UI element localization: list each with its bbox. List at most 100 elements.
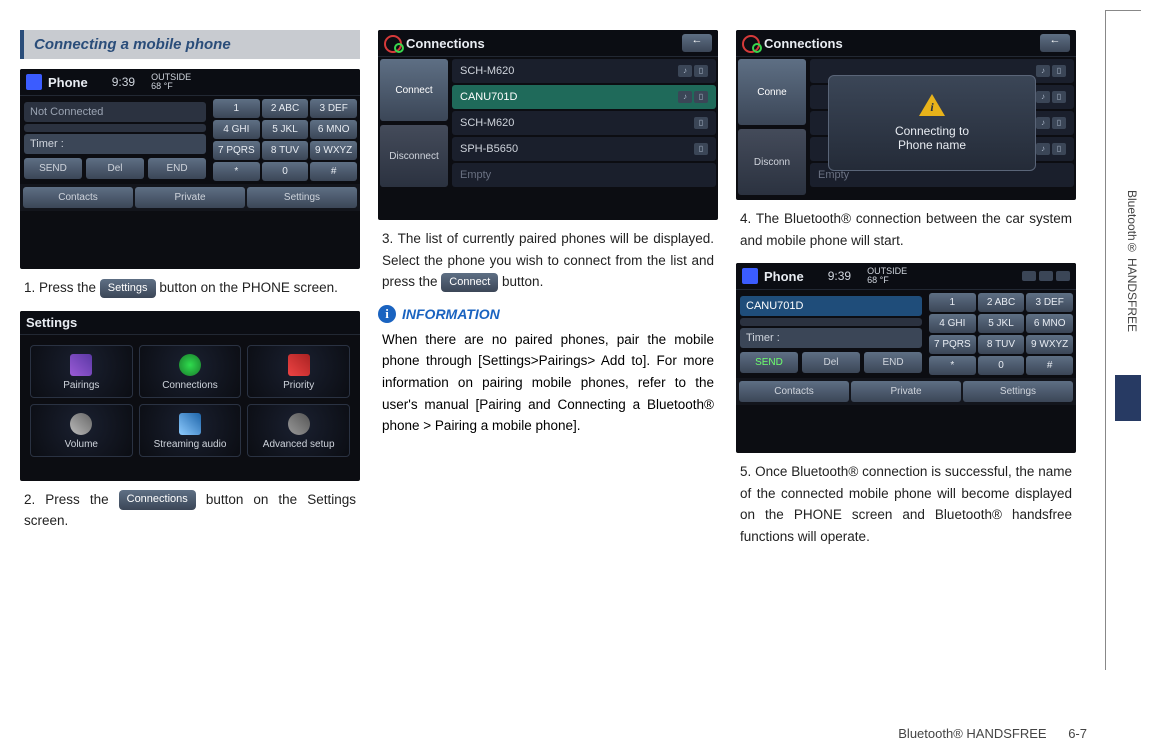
key-6[interactable]: 6 MNO bbox=[310, 120, 357, 139]
send-button[interactable]: SEND bbox=[740, 352, 798, 373]
disconnect-tab[interactable]: Disconnect bbox=[380, 125, 448, 187]
keypad: 1 2 ABC 3 DEF 4 GHI 5 JKL 6 MNO 7 PQRS 8… bbox=[210, 96, 360, 184]
send-button[interactable]: SEND bbox=[24, 158, 82, 179]
settings-item-pairings[interactable]: Pairings bbox=[30, 345, 133, 398]
settings-item-priority[interactable]: Priority bbox=[247, 345, 350, 398]
key-5[interactable]: 5 JKL bbox=[262, 120, 309, 139]
connecting-modal: Connecting to Phone name bbox=[828, 75, 1036, 171]
phone-bottombar: Contacts Private Settings bbox=[736, 378, 1076, 405]
pairings-icon bbox=[70, 354, 92, 376]
column-3: Connections ← Conne Disconn ♪▯ ♪▯ ♪▯ ♪▯ … bbox=[736, 30, 1076, 560]
info-heading: i INFORMATION bbox=[378, 305, 718, 323]
key-hash[interactable]: # bbox=[310, 162, 357, 181]
modal-line1: Connecting to bbox=[839, 124, 1025, 138]
key-hash[interactable]: # bbox=[1026, 356, 1073, 375]
column-2: Connections ← Connect Disconnect SCH-M62… bbox=[378, 30, 718, 560]
phone-icon bbox=[742, 268, 758, 284]
connections-chip: Connections bbox=[119, 490, 196, 510]
warning-icon bbox=[919, 94, 945, 116]
settings-button[interactable]: Settings bbox=[963, 381, 1073, 402]
key-8[interactable]: 8 TUV bbox=[262, 141, 309, 160]
settings-item-connections[interactable]: Connections bbox=[139, 345, 242, 398]
contacts-button[interactable]: Contacts bbox=[739, 381, 849, 402]
action-row: SEND Del END bbox=[740, 352, 922, 373]
end-button[interactable]: END bbox=[148, 158, 206, 179]
status-icons bbox=[1022, 271, 1070, 281]
connect-tab[interactable]: Conne bbox=[738, 59, 806, 125]
connections-body: Connect Disconnect SCH-M620♪▯ CANU701D♪▯… bbox=[378, 57, 718, 189]
back-button[interactable]: ← bbox=[682, 34, 712, 52]
list-item[interactable]: SPH-B5650▯ bbox=[452, 137, 716, 161]
key-star[interactable]: * bbox=[213, 162, 260, 181]
key-star[interactable]: * bbox=[929, 356, 976, 375]
temp-text: OUTSIDE68 °F bbox=[151, 73, 191, 91]
streaming-icon bbox=[179, 413, 201, 435]
key-7[interactable]: 7 PQRS bbox=[929, 335, 976, 354]
signal-icon bbox=[1039, 271, 1053, 281]
phone-titlebar: Phone 9:39 OUTSIDE68 °F bbox=[736, 263, 1076, 290]
settings-item-volume[interactable]: Volume bbox=[30, 404, 133, 457]
key-2[interactable]: 2 ABC bbox=[262, 99, 309, 118]
key-1[interactable]: 1 bbox=[213, 99, 260, 118]
del-button[interactable]: Del bbox=[86, 158, 144, 179]
connecting-titlebar: Connections ← bbox=[736, 30, 1076, 57]
page-columns: Connecting a mobile phone Phone 9:39 OUT… bbox=[20, 20, 1091, 560]
list-item[interactable]: SCH-M620▯ bbox=[452, 111, 716, 135]
advanced-icon bbox=[288, 413, 310, 435]
step-2-text-a: 2. Press the bbox=[24, 492, 119, 507]
settings-item-streaming[interactable]: Streaming audio bbox=[139, 404, 242, 457]
back-button[interactable]: ← bbox=[1040, 34, 1070, 52]
side-label: Bluetooth® HANDSFREE bbox=[1125, 190, 1139, 332]
key-6[interactable]: 6 MNO bbox=[1026, 314, 1073, 333]
key-9[interactable]: 9 WXYZ bbox=[1026, 335, 1073, 354]
phone-title: Phone bbox=[764, 269, 804, 284]
modal-line2: Phone name bbox=[839, 138, 1025, 152]
list-item[interactable]: SCH-M620♪▯ bbox=[452, 59, 716, 83]
settings-button[interactable]: Settings bbox=[247, 187, 357, 208]
contacts-button[interactable]: Contacts bbox=[23, 187, 133, 208]
list-item[interactable]: CANU701D♪▯ bbox=[452, 85, 716, 109]
key-4[interactable]: 4 GHI bbox=[213, 120, 260, 139]
section-heading: Connecting a mobile phone bbox=[20, 30, 360, 59]
page-footer: Bluetooth® HANDSFREE 6-7 bbox=[898, 726, 1087, 741]
key-5[interactable]: 5 JKL bbox=[978, 314, 1025, 333]
screenshot-connecting: Connections ← Conne Disconn ♪▯ ♪▯ ♪▯ ♪▯ … bbox=[736, 30, 1076, 200]
connections-side: Conne Disconn bbox=[736, 57, 808, 197]
settings-item-advanced[interactable]: Advanced setup bbox=[247, 404, 350, 457]
side-tab-indicator bbox=[1115, 375, 1141, 421]
key-0[interactable]: 0 bbox=[978, 356, 1025, 375]
connections-icon bbox=[179, 354, 201, 376]
step-3-text-a: 3. The list of currently paired phones w… bbox=[382, 231, 714, 289]
private-button[interactable]: Private bbox=[851, 381, 961, 402]
connected-device: CANU701D bbox=[740, 296, 922, 316]
connections-title-icon bbox=[384, 35, 400, 51]
screenshot-phone: Phone 9:39 OUTSIDE68 °F Not Connected Ti… bbox=[20, 69, 360, 269]
connecting-list: ♪▯ ♪▯ ♪▯ ♪▯ Empty Connecting to Phone na… bbox=[808, 57, 1076, 197]
priority-icon bbox=[288, 354, 310, 376]
connect-tab[interactable]: Connect bbox=[380, 59, 448, 121]
info-body: When there are no paired phones, pair th… bbox=[378, 329, 718, 437]
step-5: 5. Once Bluetooth® connection is success… bbox=[736, 461, 1076, 547]
del-button[interactable]: Del bbox=[802, 352, 860, 373]
key-2[interactable]: 2 ABC bbox=[978, 293, 1025, 312]
key-0[interactable]: 0 bbox=[262, 162, 309, 181]
battery-icon bbox=[1022, 271, 1036, 281]
key-7[interactable]: 7 PQRS bbox=[213, 141, 260, 160]
column-1: Connecting a mobile phone Phone 9:39 OUT… bbox=[20, 30, 360, 560]
step-2: 2. Press the Connections button on the S… bbox=[20, 489, 360, 532]
end-button[interactable]: END bbox=[864, 352, 922, 373]
connect-chip: Connect bbox=[441, 273, 498, 293]
key-4[interactable]: 4 GHI bbox=[929, 314, 976, 333]
private-button[interactable]: Private bbox=[135, 187, 245, 208]
connection-status: Not Connected bbox=[24, 102, 206, 122]
key-3[interactable]: 3 DEF bbox=[1026, 293, 1073, 312]
settings-chip: Settings bbox=[100, 279, 156, 299]
key-9[interactable]: 9 WXYZ bbox=[310, 141, 357, 160]
disconnect-tab[interactable]: Disconn bbox=[738, 129, 806, 195]
key-8[interactable]: 8 TUV bbox=[978, 335, 1025, 354]
connecting-title: Connections bbox=[764, 36, 843, 51]
phone-left: CANU701D Timer : SEND Del END bbox=[736, 290, 926, 378]
connections-title: Connections bbox=[406, 36, 485, 51]
key-1[interactable]: 1 bbox=[929, 293, 976, 312]
key-3[interactable]: 3 DEF bbox=[310, 99, 357, 118]
